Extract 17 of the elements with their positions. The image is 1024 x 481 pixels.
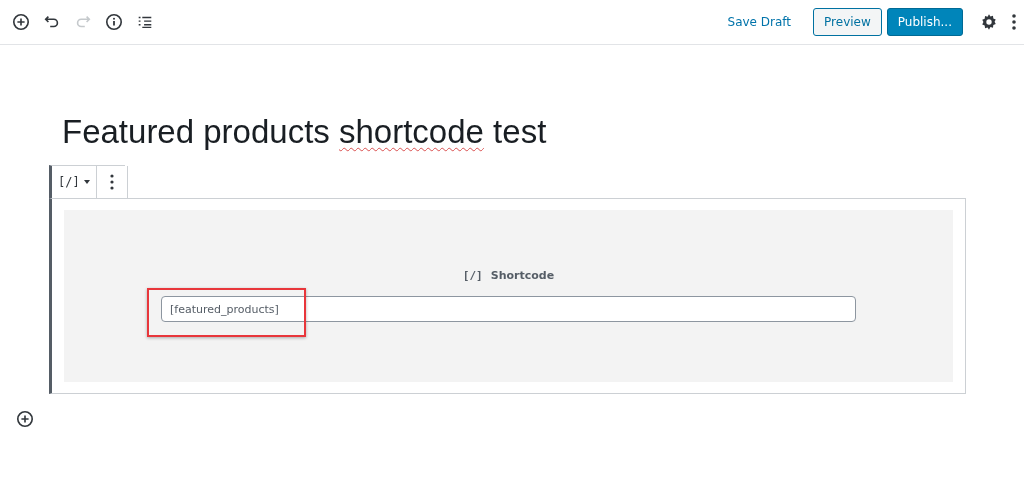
add-icon [16, 410, 34, 428]
publish-button[interactable]: Publish... [886, 8, 963, 36]
vertical-dots-icon [1012, 14, 1016, 30]
settings-button[interactable] [980, 13, 998, 31]
info-icon [105, 13, 123, 31]
shortcode-field[interactable]: [featured_products] [161, 296, 856, 322]
add-block-button[interactable] [16, 410, 34, 428]
preview-button[interactable]: Preview [813, 8, 882, 36]
more-options-button[interactable] [1012, 14, 1016, 30]
caret-icon [83, 180, 90, 184]
shortcode-icon: [/] [462, 269, 483, 282]
post-title[interactable]: Featured products shortcode test [62, 113, 1024, 151]
vertical-dots-icon [109, 174, 114, 190]
save-draft-link[interactable]: Save Draft [723, 11, 796, 33]
settings-icon [980, 13, 998, 31]
block-label: Shortcode [490, 269, 555, 282]
add-icon [12, 13, 30, 31]
